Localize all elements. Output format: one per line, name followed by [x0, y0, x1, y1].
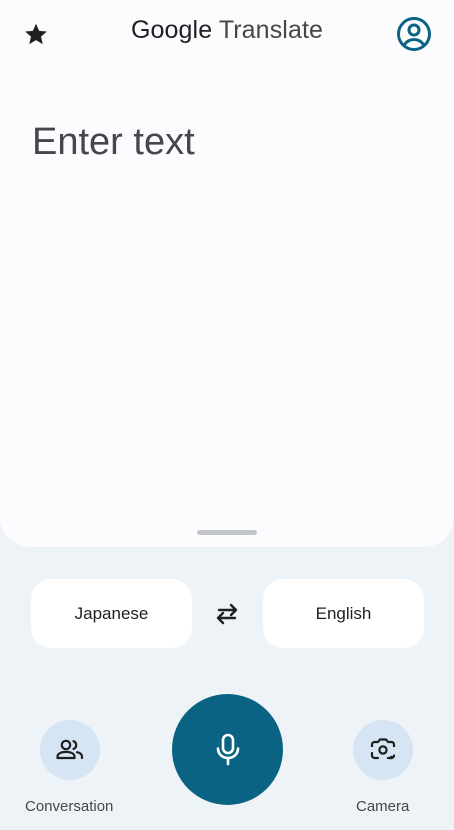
source-text-input[interactable]	[32, 112, 422, 172]
people-icon	[56, 739, 84, 760]
app-title: Google Translate	[0, 16, 454, 45]
account-circle-icon	[397, 17, 431, 51]
account-button[interactable]	[394, 14, 434, 54]
target-language-label: English	[315, 603, 372, 623]
product-name: Translate	[218, 16, 323, 44]
lens-camera-icon	[370, 738, 396, 760]
microphone-button[interactable]	[172, 694, 283, 805]
conversation-label: Conversation	[25, 798, 114, 815]
conversation-button[interactable]	[40, 720, 100, 780]
drag-handle[interactable]	[197, 530, 257, 535]
camera-label: Camera	[356, 798, 410, 815]
source-language-button[interactable]: Japanese	[31, 579, 192, 648]
source-language-label: Japanese	[74, 603, 149, 623]
swap-languages-button[interactable]	[207, 598, 247, 630]
swap-arrows-icon	[216, 603, 238, 625]
input-card: Google Translate	[0, 0, 454, 547]
camera-button[interactable]	[353, 720, 413, 780]
brand-name: Google	[130, 16, 213, 44]
microphone-icon	[216, 733, 239, 765]
target-language-button[interactable]: English	[263, 579, 424, 648]
